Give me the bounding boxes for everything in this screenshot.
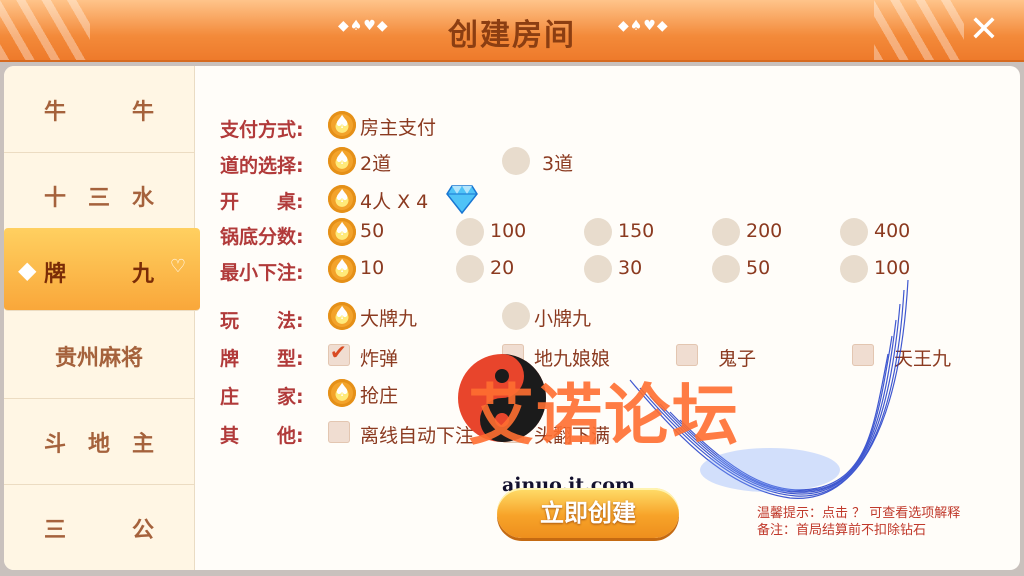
- radio-selected-icon: [328, 218, 356, 246]
- pot-score-label: 锅底分数:: [220, 226, 304, 248]
- pay-method-label: 支付方式:: [220, 119, 304, 141]
- sidebar-item-sangong[interactable]: 三 公: [4, 484, 194, 570]
- radio-icon: [456, 218, 484, 246]
- dao-choice-label: 道的选择:: [220, 155, 304, 177]
- radio-selected-icon: [328, 147, 356, 175]
- option-label: 20: [490, 257, 515, 279]
- sidebar-item-label: 牌 九: [43, 262, 154, 287]
- other-label: 其 他:: [220, 425, 304, 447]
- option-label: 炸弹: [360, 348, 399, 370]
- close-icon[interactable]: ✕: [962, 8, 1006, 52]
- sidebar-item-shisanshui[interactable]: 十 三 水: [4, 152, 194, 239]
- option-label: 50: [360, 220, 385, 242]
- heart-suit-icon: ♡: [169, 256, 186, 277]
- option-label: 100: [490, 220, 527, 242]
- radio-icon: [712, 218, 740, 246]
- suit-decoration-right: ◆♠♥◆: [618, 18, 669, 34]
- header-bar: ◆♠♥◆ 创建房间 ◆♠♥◆ ✕: [0, 0, 1024, 62]
- option-label: 4人 X 4: [360, 191, 429, 213]
- option-label: 抢庄: [360, 385, 399, 407]
- card-type-label: 牌 型:: [220, 348, 304, 370]
- min-bet-label: 最小下注:: [220, 262, 304, 284]
- remark-note: 备注：首局结算前不扣除钻石: [757, 523, 927, 538]
- option-label: 房主支付: [360, 117, 437, 139]
- radio-icon: [502, 147, 530, 175]
- radio-icon: [840, 218, 868, 246]
- radio-selected-icon: [328, 302, 356, 330]
- option-label: 200: [746, 220, 783, 242]
- play-mode-label: 玩 法:: [220, 310, 304, 332]
- option-label: 3道: [542, 153, 574, 175]
- sidebar-item-paijiu[interactable]: ◆ 牌 九 ♡: [4, 228, 200, 311]
- option-label: 小牌九: [534, 308, 592, 330]
- option-label: 大牌九: [360, 308, 418, 330]
- create-now-button[interactable]: 立即创建: [497, 488, 679, 538]
- sidebar-item-guizhou-majiang[interactable]: 贵州麻将: [4, 312, 194, 399]
- radio-selected-icon: [328, 111, 356, 139]
- option-label: 10: [360, 257, 385, 279]
- radio-icon: [584, 255, 612, 283]
- banker-label: 庄 家:: [220, 386, 304, 408]
- option-label: 400: [874, 220, 911, 242]
- sidebar-item-label: 三 公: [43, 518, 154, 543]
- diamond-gem-icon: [446, 185, 478, 214]
- table-label: 开 桌:: [220, 191, 304, 213]
- radio-selected-icon: [328, 185, 356, 213]
- option-label: 150: [618, 220, 655, 242]
- sidebar-item-label: 斗 地 主: [43, 432, 154, 457]
- sidebar-item-label: 牛 牛: [43, 100, 154, 125]
- sidebar-item-label: 贵州麻将: [54, 346, 143, 371]
- radio-icon: [456, 255, 484, 283]
- sidebar-item-label: 十 三 水: [43, 186, 154, 211]
- checkbox-icon: [328, 421, 350, 443]
- page-title: 创建房间: [448, 18, 576, 53]
- radio-selected-icon: [328, 379, 356, 407]
- radio-icon: [502, 302, 530, 330]
- watermark-text: 艾诺论坛: [468, 377, 740, 454]
- radio-icon: [584, 218, 612, 246]
- checkbox-checked-icon: [328, 340, 350, 366]
- game-sidebar: 牛 牛 十 三 水 ◆ 牌 九 ♡ 贵州麻将 斗 地 主 三 公: [4, 66, 200, 570]
- sidebar-item-niuniu[interactable]: 牛 牛: [4, 66, 194, 153]
- option-label: 2道: [360, 153, 392, 175]
- radio-selected-icon: [328, 255, 356, 283]
- sidebar-item-doudizhu[interactable]: 斗 地 主: [4, 398, 194, 485]
